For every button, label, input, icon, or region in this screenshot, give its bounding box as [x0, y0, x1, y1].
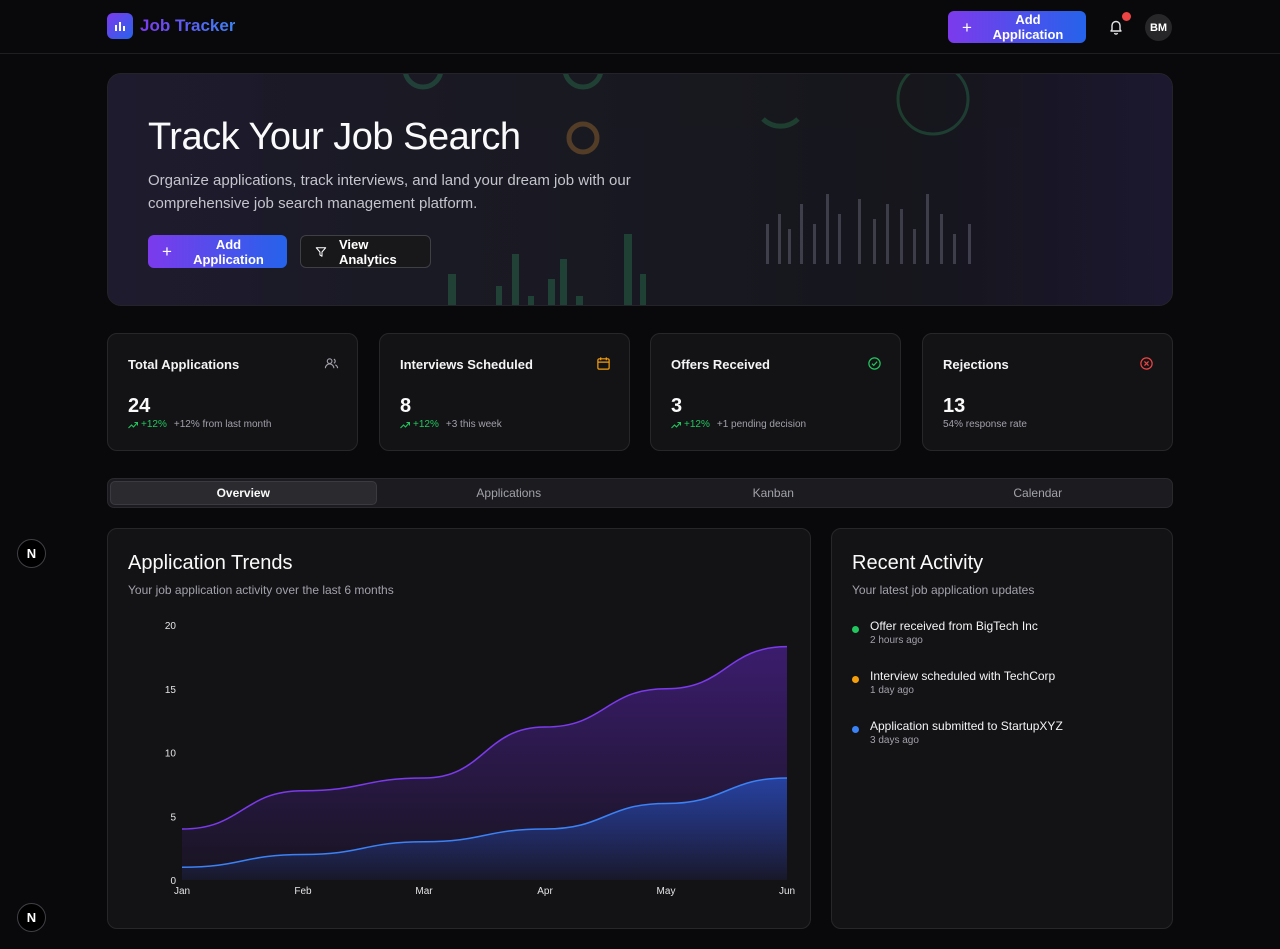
activity-subtitle: Your latest job application updates	[852, 583, 1035, 597]
trend-indicator: +12%	[671, 419, 710, 430]
stat-value: 8	[400, 395, 412, 417]
stat-note: +12% from last month	[173, 419, 272, 430]
stat-card-total-applications: Total Applications 24 +12% +12% from las…	[107, 333, 358, 451]
x-tick-label: Mar	[415, 886, 433, 897]
trends-subtitle: Your job application activity over the l…	[128, 583, 394, 597]
stat-title: Rejections	[943, 357, 1009, 372]
stat-note: 54% response rate	[943, 419, 1027, 430]
dashboard-tabs: Overview Applications Kanban Calendar	[107, 478, 1173, 508]
x-tick-label: May	[657, 886, 676, 897]
x-circle-icon	[1140, 357, 1153, 370]
stat-footer: 54% response rate	[943, 419, 1027, 430]
user-avatar[interactable]: BM	[1145, 14, 1172, 41]
activity-time: 2 hours ago	[870, 635, 923, 646]
activity-text: Interview scheduled with TechCorp	[870, 669, 1056, 683]
view-analytics-label: View Analytics	[338, 236, 397, 267]
activity-item[interactable]: Offer received from BigTech Inc 2 hours …	[852, 619, 1038, 646]
tab-kanban[interactable]: Kanban	[641, 481, 906, 505]
view-analytics-button[interactable]: View Analytics	[300, 235, 431, 268]
trend-value: +12%	[141, 419, 167, 430]
stat-card-rejections: Rejections 13 54% response rate	[922, 333, 1173, 451]
trends-title: Application Trends	[128, 552, 293, 574]
stat-value: 13	[943, 395, 966, 417]
x-tick-label: Apr	[537, 886, 553, 897]
check-circle-icon	[868, 357, 881, 370]
bar-chart-logo-icon	[107, 13, 133, 39]
activity-item[interactable]: Interview scheduled with TechCorp 1 day …	[852, 669, 1055, 696]
x-tick-label: Jun	[779, 886, 795, 897]
x-tick-label: Feb	[294, 886, 312, 897]
tab-calendar[interactable]: Calendar	[906, 481, 1171, 505]
filter-icon	[315, 246, 327, 257]
dev-tools-badge[interactable]: N	[17, 539, 46, 568]
stat-title: Offers Received	[671, 357, 770, 372]
calendar-icon	[597, 357, 610, 370]
tab-applications[interactable]: Applications	[377, 481, 642, 505]
app-name: Job Tracker	[140, 16, 236, 35]
top-navigation-bar: Job Tracker + Add Application BM	[0, 0, 1280, 54]
trend-value: +12%	[684, 419, 710, 430]
x-tick-label: Jan	[174, 886, 190, 897]
stat-value: 3	[671, 395, 683, 417]
trend-indicator: +12%	[128, 419, 167, 430]
activity-item[interactable]: Application submitted to StartupXYZ 3 da…	[852, 719, 1063, 746]
plus-icon: +	[962, 17, 972, 37]
stat-value: 24	[128, 395, 151, 417]
stat-title: Interviews Scheduled	[400, 357, 533, 372]
header-add-application-label: Add Application	[992, 12, 1064, 42]
hero-subtitle: Organize applications, track interviews,…	[148, 172, 631, 212]
stat-title: Total Applications	[128, 357, 240, 372]
activity-title: Recent Activity	[852, 552, 984, 574]
y-tick-label: 10	[165, 749, 177, 760]
trend-indicator: +12%	[400, 419, 439, 430]
trending-up-icon	[128, 421, 138, 428]
y-tick-label: 5	[170, 812, 176, 823]
users-icon	[324, 358, 339, 369]
hero-add-application-label: Add Application	[193, 236, 264, 267]
trending-up-icon	[671, 421, 681, 428]
hero-title: Track Your Job Search	[148, 116, 521, 158]
stat-footer: +12% +1 pending decision	[671, 419, 806, 430]
status-dot	[852, 676, 859, 683]
status-dot	[852, 626, 859, 633]
stat-note: +3 this week	[445, 419, 502, 430]
stat-card-offers-received: Offers Received 3 +12% +1 pending decisi…	[650, 333, 901, 451]
application-trends-card: 0 5 10 15 20 Jan Feb Mar Apr May Jun Application T…	[107, 528, 811, 929]
trending-up-icon	[400, 421, 410, 428]
brand[interactable]: Job Tracker	[107, 13, 235, 39]
stat-footer: +12% +3 this week	[400, 419, 502, 430]
header-add-application-button[interactable]: + Add Application	[948, 11, 1086, 43]
hero-banner: Track Your Job Search Organize applicati…	[107, 73, 1173, 306]
hero-add-application-button[interactable]: + Add Application	[148, 235, 287, 268]
notification-badge	[1122, 12, 1131, 21]
activity-text: Offer received from BigTech Inc	[870, 619, 1038, 633]
stat-card-interviews-scheduled: Interviews Scheduled 8 +12% +3 this week	[379, 333, 630, 451]
y-tick-label: 15	[165, 685, 177, 696]
y-tick-label: 20	[165, 621, 177, 632]
stat-note: +1 pending decision	[716, 419, 807, 430]
tab-overview[interactable]: Overview	[110, 481, 377, 505]
dev-tools-badge[interactable]: N	[17, 903, 46, 932]
status-dot	[852, 726, 859, 733]
recent-activity-card: Recent Activity Your latest job applicat…	[831, 528, 1173, 929]
activity-text: Application submitted to StartupXYZ	[870, 719, 1063, 733]
activity-time: 1 day ago	[870, 685, 914, 696]
stat-footer: +12% +12% from last month	[128, 419, 271, 430]
plus-icon: +	[162, 242, 172, 261]
trend-value: +12%	[413, 419, 439, 430]
activity-time: 3 days ago	[870, 735, 919, 746]
